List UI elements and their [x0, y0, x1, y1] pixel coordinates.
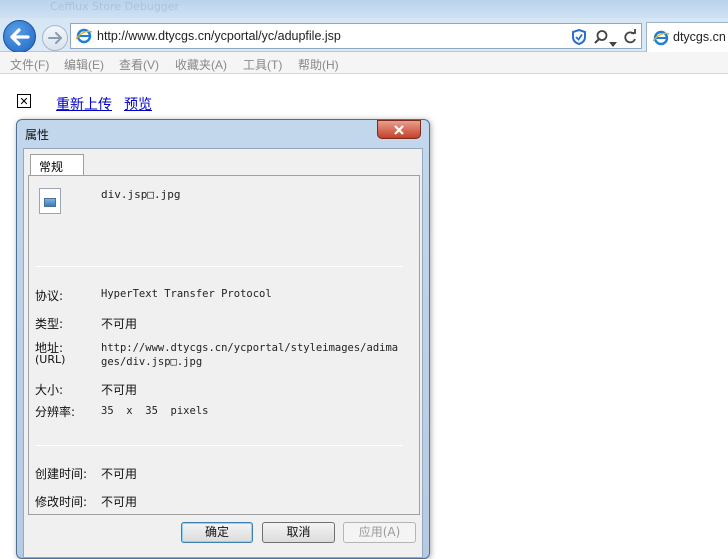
size-label: 大小:	[35, 383, 64, 397]
menu-tools[interactable]: 工具(T)	[243, 56, 282, 73]
window-title: Cefflux Store Debugger	[50, 0, 180, 13]
divider	[35, 445, 403, 446]
protocol-value: HyperText Transfer Protocol	[101, 288, 272, 300]
address-bar[interactable]: http://www.dtycgs.cn/ycportal/yc/adupfil…	[70, 23, 642, 49]
back-arrow-icon	[9, 27, 30, 46]
image-file-icon	[39, 188, 61, 214]
address-sublabel: (URL)	[35, 353, 66, 366]
ie-tab-icon	[652, 30, 670, 50]
created-label: 创建时间:	[35, 467, 88, 481]
broken-image-icon: ✕	[17, 94, 31, 108]
ie-page-icon	[75, 28, 93, 48]
menu-file[interactable]: 文件(F)	[10, 56, 49, 73]
menu-help[interactable]: 帮助(H)	[298, 56, 339, 73]
menu-bar: 文件(F) 编辑(E) 查看(V) 收藏夹(A) 工具(T) 帮助(H)	[0, 52, 728, 74]
divider	[35, 266, 403, 267]
general-panel: div.jsp□.jpg 协议: HyperText Transfer Prot…	[28, 175, 420, 515]
window-title-strip: Cefflux Store Debugger	[0, 0, 728, 18]
menu-view[interactable]: 查看(V)	[119, 56, 159, 73]
type-value: 不可用	[101, 317, 138, 331]
resolution-value: 35 x 35 pixels	[101, 405, 209, 417]
address-url: http://www.dtycgs.cn/ycportal/yc/adupfil…	[97, 29, 341, 43]
dialog-body: 常规 div.jsp□.jpg 协议: HyperText Transfer P…	[23, 148, 423, 558]
close-icon	[393, 124, 405, 135]
forward-arrow-icon	[48, 32, 62, 44]
navigation-bar: http://www.dtycgs.cn/ycportal/yc/adupfil…	[0, 18, 728, 53]
created-value: 不可用	[101, 467, 138, 481]
forward-button[interactable]	[42, 25, 68, 51]
address-value-line2: ges/div.jsp□.jpg	[101, 356, 203, 368]
dialog-title: 属性	[25, 128, 50, 142]
file-name: div.jsp□.jpg	[101, 188, 181, 201]
preview-link[interactable]: 预览	[124, 94, 152, 114]
type-label: 类型:	[35, 317, 64, 331]
resolution-label: 分辨率:	[35, 405, 76, 419]
browser-tab[interactable]: dtycgs.cn	[646, 22, 728, 52]
menu-favorites[interactable]: 收藏夹(A)	[175, 56, 227, 73]
search-icon[interactable]	[593, 29, 609, 49]
refresh-icon[interactable]	[623, 29, 637, 49]
size-value: 不可用	[101, 383, 138, 397]
modified-value: 不可用	[101, 495, 138, 509]
shield-icon[interactable]	[571, 28, 587, 49]
reupload-link[interactable]: 重新上传	[56, 94, 112, 114]
properties-dialog: 属性 常规 div.jsp□.jpg 协议: HyperText Transfe…	[16, 119, 430, 559]
cancel-button[interactable]: 取消	[262, 522, 335, 543]
dropdown-arrow-icon[interactable]	[609, 33, 617, 52]
apply-button[interactable]: 应用(A)	[343, 522, 416, 543]
modified-label: 修改时间:	[35, 495, 88, 509]
protocol-label: 协议:	[35, 289, 64, 303]
menu-edit[interactable]: 编辑(E)	[64, 56, 104, 73]
address-value-line1: http://www.dtycgs.cn/ycportal/styleimage…	[101, 342, 399, 354]
back-button[interactable]	[3, 20, 36, 53]
dialog-close-button[interactable]	[377, 120, 421, 139]
tab-general[interactable]: 常规	[30, 154, 84, 176]
ok-button[interactable]: 确定	[181, 522, 253, 543]
tab-label: dtycgs.cn	[673, 30, 726, 44]
